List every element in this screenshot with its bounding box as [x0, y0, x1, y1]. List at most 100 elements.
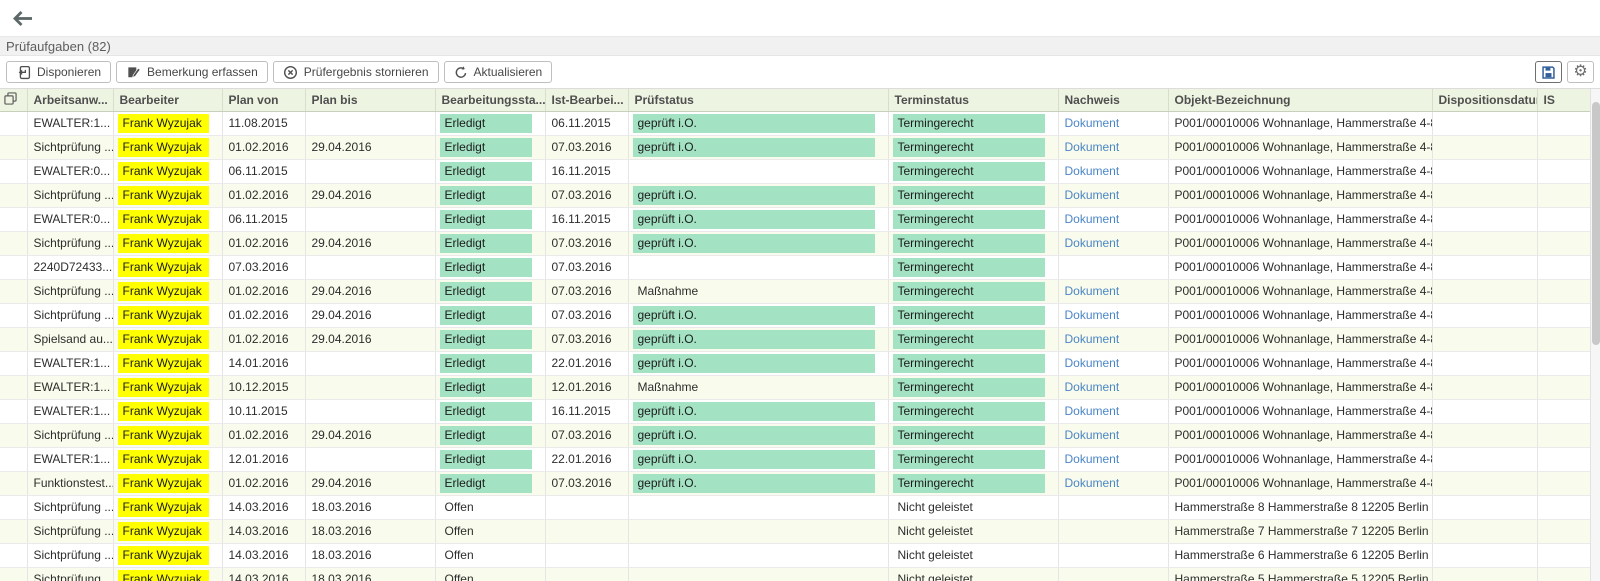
- dokument-link[interactable]: Dokument: [1065, 212, 1120, 226]
- row-selector-cell[interactable]: [0, 111, 27, 135]
- dokument-link[interactable]: Dokument: [1065, 428, 1120, 442]
- bemerkung-erfassen-button[interactable]: Bemerkung erfassen: [116, 61, 268, 83]
- table-row[interactable]: Sichtprüfung ...Frank Wyzujak01.02.20162…: [0, 183, 1590, 207]
- column-header-is[interactable]: IS: [1537, 89, 1590, 111]
- row-selector-cell[interactable]: [0, 447, 27, 471]
- row-selector-cell[interactable]: [0, 231, 27, 255]
- status-text: Maßnahme: [633, 282, 875, 301]
- cell-arbeitsanweisung: EWALTER:1...: [27, 447, 113, 471]
- column-header-dispositionsdatum[interactable]: Dispositionsdatum: [1432, 89, 1537, 111]
- cell-arbeitsanweisung: Sichtprüfung ...: [27, 567, 113, 581]
- table-row[interactable]: Sichtprüfung ...Frank Wyzujak14.03.20161…: [0, 519, 1590, 543]
- table-row[interactable]: EWALTER:0...Frank Wyzujak06.11.2015Erled…: [0, 207, 1590, 231]
- cell-terminstatus: Termingerecht: [888, 231, 1058, 255]
- table-row[interactable]: Sichtprüfung ...Frank Wyzujak01.02.20162…: [0, 231, 1590, 255]
- table-row[interactable]: EWALTER:1...Frank Wyzujak12.01.2016Erled…: [0, 447, 1590, 471]
- cell-nachweis: [1058, 543, 1168, 567]
- table-row[interactable]: Sichtprüfung ...Frank Wyzujak14.03.20161…: [0, 567, 1590, 581]
- cell-arbeitsanweisung: EWALTER:1...: [27, 351, 113, 375]
- cell-nachweis: Dokument: [1058, 135, 1168, 159]
- dokument-link[interactable]: Dokument: [1065, 140, 1120, 154]
- settings-button[interactable]: ⚙: [1567, 61, 1594, 83]
- dokument-link[interactable]: Dokument: [1065, 284, 1120, 298]
- scrollbar-thumb[interactable]: [1592, 102, 1600, 345]
- table-row[interactable]: 2240D72433...Frank Wyzujak07.03.2016Erle…: [0, 255, 1590, 279]
- cell-pruefstatus: Maßnahme: [628, 279, 888, 303]
- table-row[interactable]: Sichtprüfung ...Frank Wyzujak14.03.20161…: [0, 495, 1590, 519]
- dokument-link[interactable]: Dokument: [1065, 404, 1120, 418]
- table-row[interactable]: EWALTER:1...Frank Wyzujak14.01.2016Erled…: [0, 351, 1590, 375]
- row-selector-cell[interactable]: [0, 495, 27, 519]
- pruefergebnis-stornieren-button[interactable]: Prüfergebnis stornieren: [273, 61, 439, 83]
- status-highlight: Frank Wyzujak: [118, 354, 209, 373]
- cell-nachweis: Dokument: [1058, 351, 1168, 375]
- row-selector-cell[interactable]: [0, 471, 27, 495]
- row-selector-cell[interactable]: [0, 399, 27, 423]
- column-header-arbeitsanweisung[interactable]: Arbeitsanw...: [27, 89, 113, 111]
- row-selector-cell[interactable]: [0, 327, 27, 351]
- column-header-ist-bearbeitung[interactable]: Ist-Bearbei...: [545, 89, 628, 111]
- table-row[interactable]: Sichtprüfung ...Frank Wyzujak01.02.20162…: [0, 303, 1590, 327]
- column-header-objekt-bezeichnung[interactable]: Objekt-Bezeichnung: [1168, 89, 1432, 111]
- row-selector-cell[interactable]: [0, 279, 27, 303]
- cell-bearbeiter: Frank Wyzujak: [113, 351, 222, 375]
- dokument-link[interactable]: Dokument: [1065, 476, 1120, 490]
- select-all-header[interactable]: [0, 89, 27, 111]
- disponieren-button[interactable]: Disponieren: [6, 61, 111, 83]
- column-header-bearbeiter[interactable]: Bearbeiter: [113, 89, 222, 111]
- vertical-scrollbar[interactable]: [1590, 89, 1600, 581]
- cell-ist-bearbeitung: 07.03.2016: [545, 255, 628, 279]
- cell-objekt-bezeichnung: P001/00010006 Wohnanlage, Hammerstraße 4…: [1168, 111, 1432, 135]
- row-selector-cell[interactable]: [0, 159, 27, 183]
- cell-ist-bearbeitung: 07.03.2016: [545, 183, 628, 207]
- row-selector-cell[interactable]: [0, 543, 27, 567]
- save-button[interactable]: [1535, 61, 1562, 83]
- table-row[interactable]: Sichtprüfung ...Frank Wyzujak01.02.20162…: [0, 135, 1590, 159]
- row-selector-cell[interactable]: [0, 135, 27, 159]
- table-row[interactable]: EWALTER:1...Frank Wyzujak11.08.2015Erled…: [0, 111, 1590, 135]
- dokument-link[interactable]: Dokument: [1065, 164, 1120, 178]
- dokument-link[interactable]: Dokument: [1065, 308, 1120, 322]
- dokument-link[interactable]: Dokument: [1065, 452, 1120, 466]
- cell-arbeitsanweisung: EWALTER:1...: [27, 111, 113, 135]
- cell-arbeitsanweisung: Sichtprüfung ...: [27, 231, 113, 255]
- row-selector-cell[interactable]: [0, 519, 27, 543]
- settings-gear-icon: ⚙: [1573, 64, 1587, 80]
- dokument-link[interactable]: Dokument: [1065, 116, 1120, 130]
- table-row[interactable]: EWALTER:0...Frank Wyzujak06.11.2015Erled…: [0, 159, 1590, 183]
- dokument-link[interactable]: Dokument: [1065, 356, 1120, 370]
- dokument-link[interactable]: Dokument: [1065, 332, 1120, 346]
- column-header-terminstatus[interactable]: Terminstatus: [888, 89, 1058, 111]
- column-header-nachweis[interactable]: Nachweis: [1058, 89, 1168, 111]
- row-selector-cell[interactable]: [0, 375, 27, 399]
- table-row[interactable]: Sichtprüfung ...Frank Wyzujak01.02.20162…: [0, 423, 1590, 447]
- table-row[interactable]: Funktionstest...Frank Wyzujak01.02.20162…: [0, 471, 1590, 495]
- dokument-link[interactable]: Dokument: [1065, 380, 1120, 394]
- row-selector-cell[interactable]: [0, 351, 27, 375]
- dokument-link[interactable]: Dokument: [1065, 188, 1120, 202]
- status-highlight: geprüft i.O.: [633, 186, 875, 205]
- table-row[interactable]: Spielsand au...Frank Wyzujak01.02.201629…: [0, 327, 1590, 351]
- table-row[interactable]: EWALTER:1...Frank Wyzujak10.11.2015Erled…: [0, 399, 1590, 423]
- table-row[interactable]: Sichtprüfung ...Frank Wyzujak14.03.20161…: [0, 543, 1590, 567]
- row-selector-cell[interactable]: [0, 183, 27, 207]
- cell-nachweis: Dokument: [1058, 327, 1168, 351]
- column-header-pruefstatus[interactable]: Prüfstatus: [628, 89, 888, 111]
- column-header-plan-von[interactable]: Plan von: [222, 89, 305, 111]
- column-header-bearbeitungsstatus[interactable]: Bearbeitungssta...: [435, 89, 545, 111]
- row-selector-cell[interactable]: [0, 567, 27, 581]
- cell-bearbeitungsstatus: Erledigt: [435, 447, 545, 471]
- row-selector-cell[interactable]: [0, 255, 27, 279]
- cell-plan-von: 01.02.2016: [222, 231, 305, 255]
- cell-objekt-bezeichnung: P001/00010006 Wohnanlage, Hammerstraße 4…: [1168, 471, 1432, 495]
- table-row[interactable]: Sichtprüfung ...Frank Wyzujak01.02.20162…: [0, 279, 1590, 303]
- cell-terminstatus: Nicht geleistet: [888, 567, 1058, 581]
- row-selector-cell[interactable]: [0, 207, 27, 231]
- row-selector-cell[interactable]: [0, 423, 27, 447]
- back-button[interactable]: [12, 8, 38, 28]
- dokument-link[interactable]: Dokument: [1065, 236, 1120, 250]
- table-row[interactable]: EWALTER:1...Frank Wyzujak10.12.2015Erled…: [0, 375, 1590, 399]
- row-selector-cell[interactable]: [0, 303, 27, 327]
- column-header-plan-bis[interactable]: Plan bis: [305, 89, 435, 111]
- aktualisieren-button[interactable]: Aktualisieren: [444, 61, 553, 83]
